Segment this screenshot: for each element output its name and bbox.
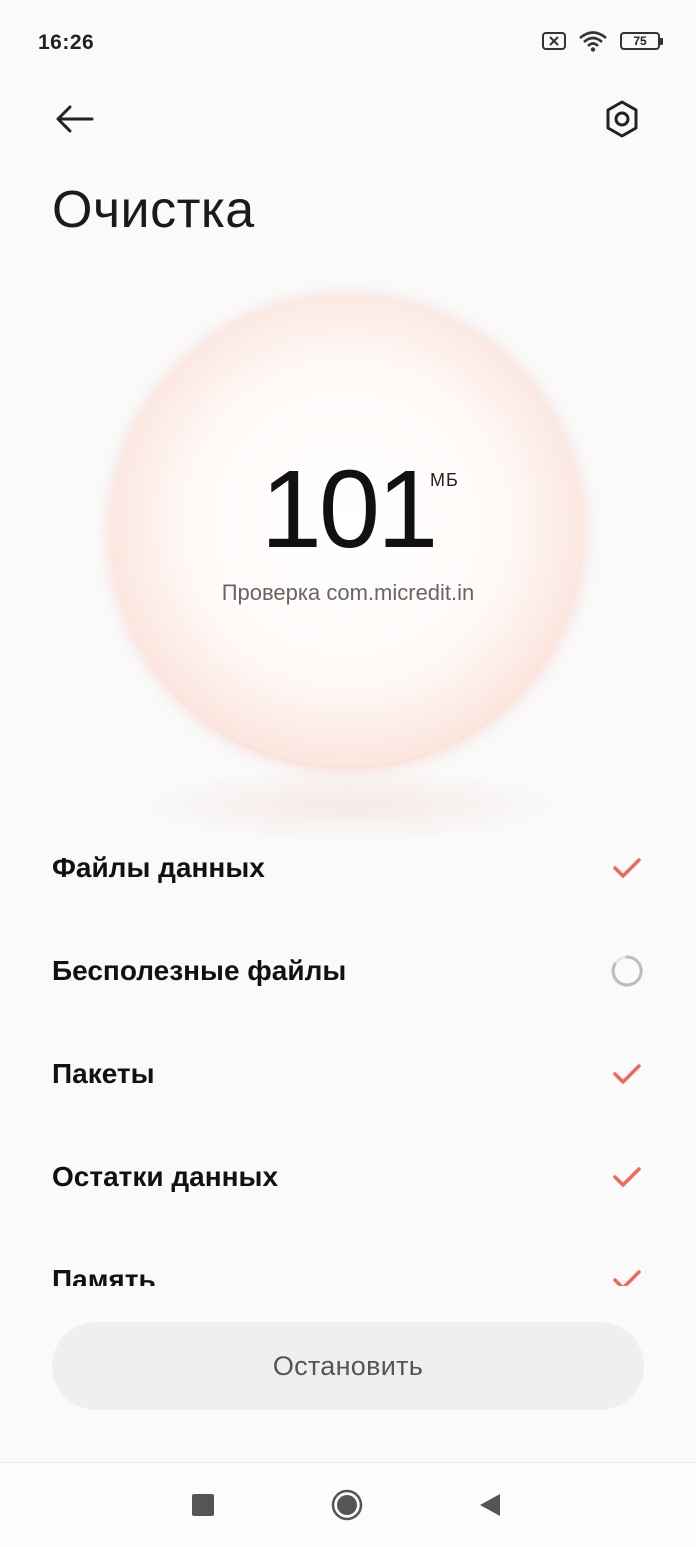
battery-icon: 75 <box>620 32 663 50</box>
status-time: 16:26 <box>38 31 95 54</box>
list-item-junk-files: Бесполезные файлы <box>52 919 644 1022</box>
page-title: Очистка <box>52 181 255 239</box>
wifi-icon <box>579 31 607 52</box>
item-label: Бесполезные файлы <box>52 954 347 986</box>
scan-size-unit: МБ <box>430 470 459 490</box>
nav-back-button[interactable] <box>478 1492 502 1518</box>
scan-size-value: 101 <box>260 448 439 571</box>
stop-button[interactable]: Остановить <box>52 1322 644 1410</box>
item-label: Остатки данных <box>52 1160 279 1192</box>
home-button[interactable] <box>331 1489 363 1521</box>
scan-status-text: Проверка com.micredit.in <box>221 580 475 605</box>
checkmark-icon <box>610 1057 644 1091</box>
status-bar: 16:26 75 <box>0 0 696 88</box>
item-label: Память <box>52 1263 156 1287</box>
checkmark-icon <box>610 1263 644 1286</box>
list-item-packages: Пакеты <box>52 1022 644 1125</box>
scan-category-list: Файлы данных Бесполезные файлы Пакеты Ос… <box>0 816 696 1286</box>
recent-apps-button[interactable] <box>192 1494 214 1516</box>
list-item-data-files: Файлы данных <box>52 816 644 919</box>
settings-icon <box>606 100 638 138</box>
item-label: Файлы данных <box>52 851 265 883</box>
arrow-left-icon <box>56 105 94 133</box>
list-item-memory: Память <box>52 1228 644 1286</box>
checkmark-icon <box>610 1160 644 1194</box>
loading-spinner-icon <box>610 954 644 988</box>
battery-level: 75 <box>633 34 647 48</box>
item-label: Пакеты <box>52 1057 155 1089</box>
navigation-bar <box>0 1462 696 1547</box>
list-item-residual-data: Остатки данных <box>52 1125 644 1228</box>
settings-button[interactable] <box>596 95 648 143</box>
checkmark-icon <box>610 851 644 885</box>
back-button[interactable] <box>48 95 100 143</box>
no-sim-icon <box>542 32 566 50</box>
status-icons: 75 <box>542 30 663 52</box>
